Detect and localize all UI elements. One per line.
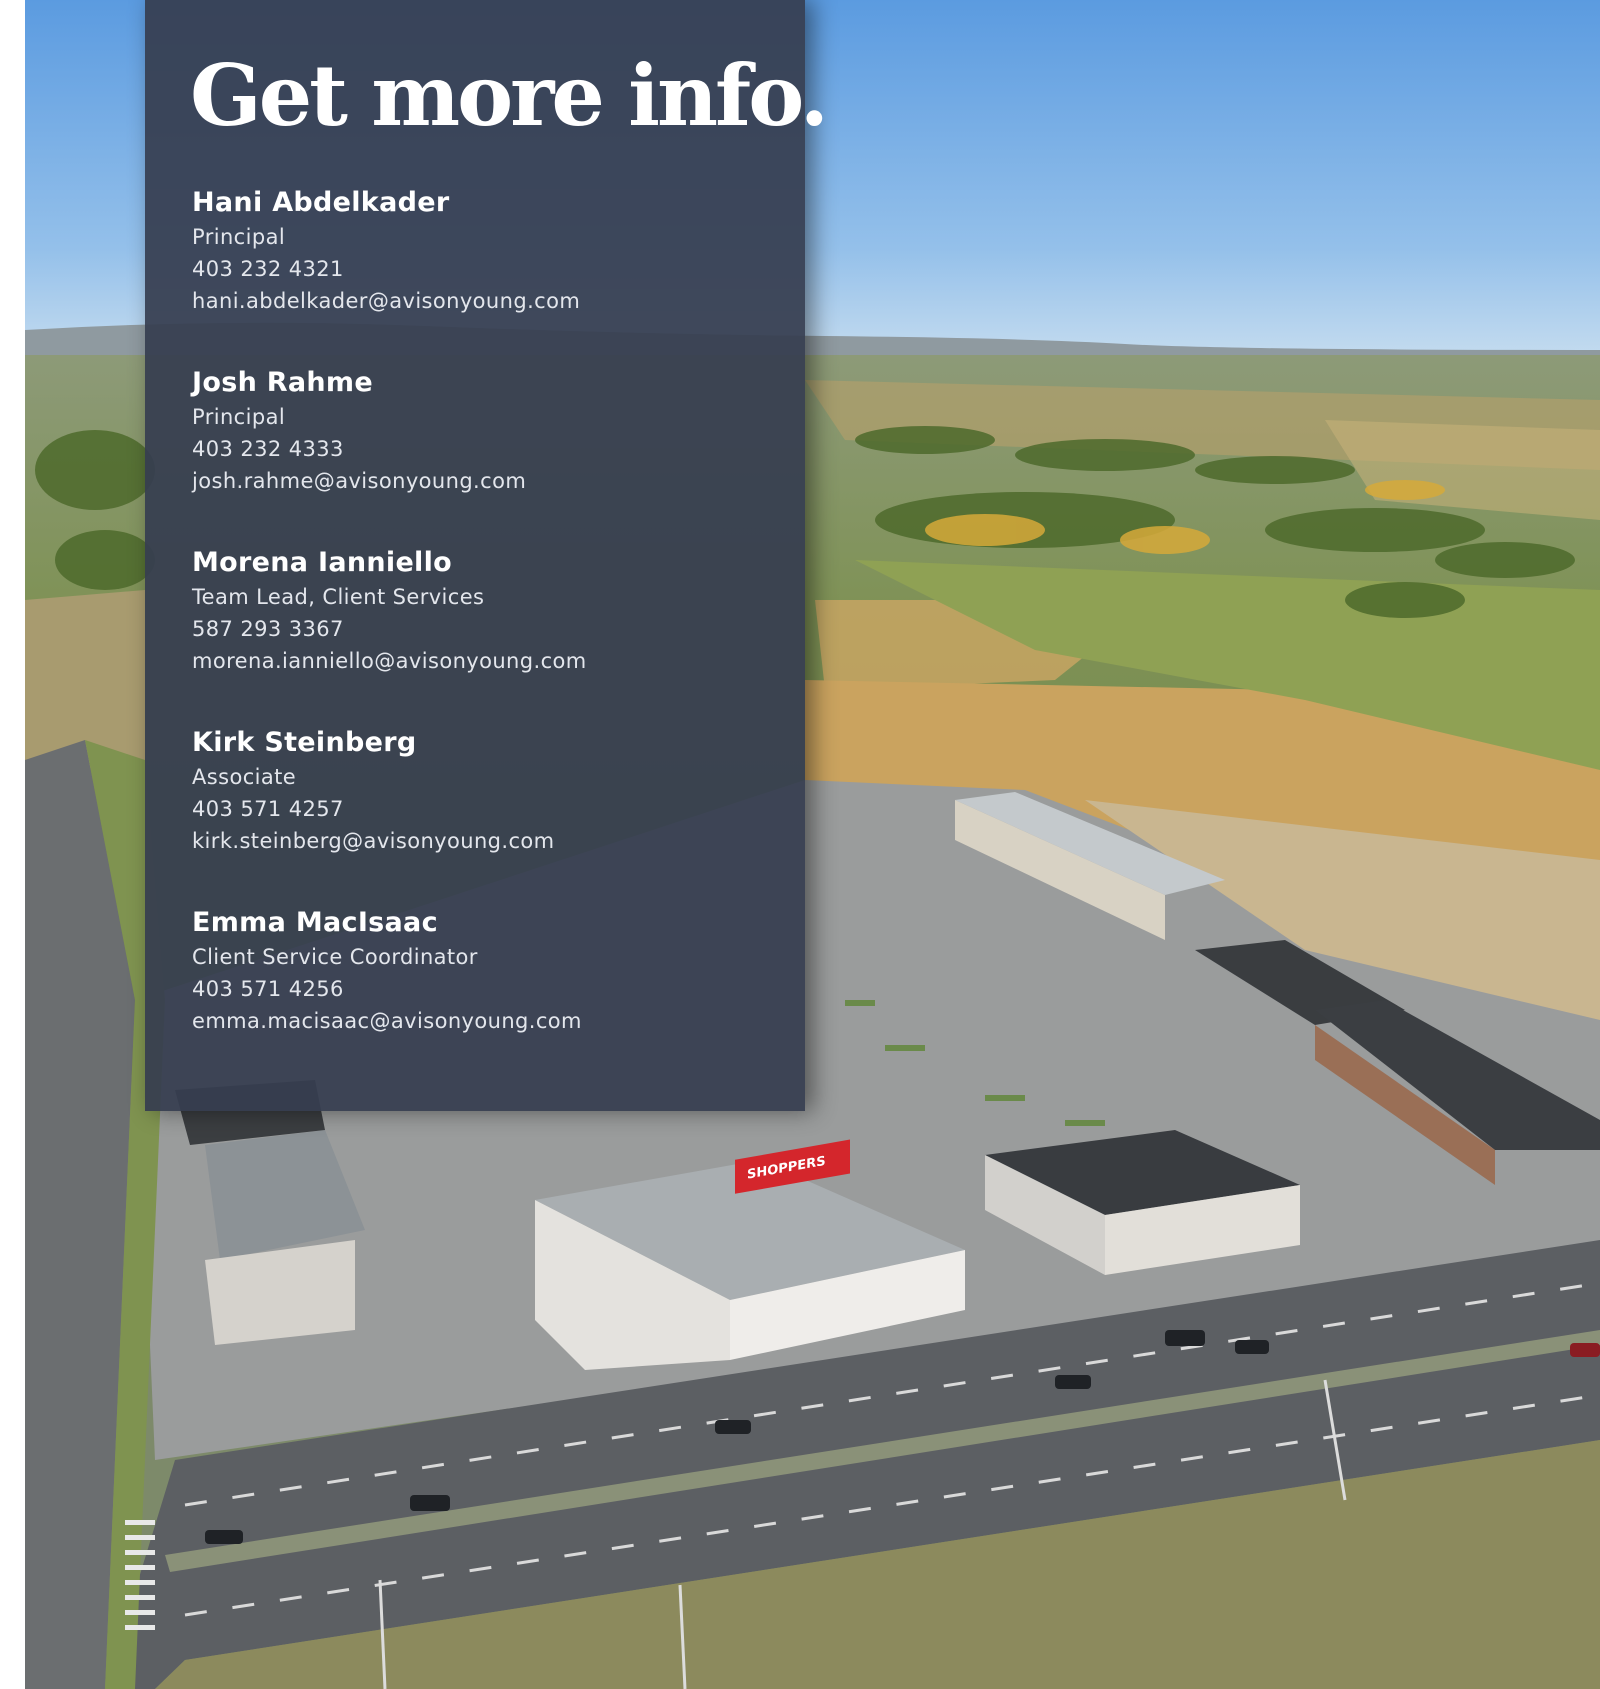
contact-name: Kirk Steinberg <box>192 727 417 758</box>
contact-title: Client Service Coordinator <box>192 945 478 969</box>
contact-list: Hani Abdelkader Principal 403 232 4321 h… <box>192 186 792 1086</box>
page-title: Get more info. <box>190 46 829 145</box>
contact-card: Morena Ianniello Team Lead, Client Servi… <box>192 546 792 726</box>
contact-email[interactable]: emma.macisaac@avisonyoung.com <box>192 1005 792 1037</box>
contact-name: Morena Ianniello <box>192 547 453 578</box>
contact-phone[interactable]: 403 571 4257 <box>192 793 792 825</box>
contact-name: Hani Abdelkader <box>192 187 450 218</box>
contact-email[interactable]: morena.ianniello@avisonyoung.com <box>192 645 792 677</box>
contact-card: Emma MacIsaac Client Service Coordinator… <box>192 906 792 1086</box>
contact-phone[interactable]: 403 232 4333 <box>192 433 792 465</box>
contact-panel: Get more info. Hani Abdelkader Principal… <box>145 0 829 1111</box>
contact-title: Associate <box>192 765 297 789</box>
contact-phone[interactable]: 587 293 3367 <box>192 613 792 645</box>
contact-name: Emma MacIsaac <box>192 907 438 938</box>
contact-title: Team Lead, Client Services <box>192 585 485 609</box>
contact-card: Josh Rahme Principal 403 232 4333 josh.r… <box>192 366 792 546</box>
contact-title: Principal <box>192 225 286 249</box>
contact-phone[interactable]: 403 571 4256 <box>192 973 792 1005</box>
contact-name: Josh Rahme <box>192 367 373 398</box>
contact-card: Hani Abdelkader Principal 403 232 4321 h… <box>192 186 792 366</box>
contact-email[interactable]: hani.abdelkader@avisonyoung.com <box>192 285 792 317</box>
contact-card: Kirk Steinberg Associate 403 571 4257 ki… <box>192 726 792 906</box>
contact-email[interactable]: josh.rahme@avisonyoung.com <box>192 465 792 497</box>
contact-phone[interactable]: 403 232 4321 <box>192 253 792 285</box>
contact-title: Principal <box>192 405 286 429</box>
contact-email[interactable]: kirk.steinberg@avisonyoung.com <box>192 825 792 857</box>
